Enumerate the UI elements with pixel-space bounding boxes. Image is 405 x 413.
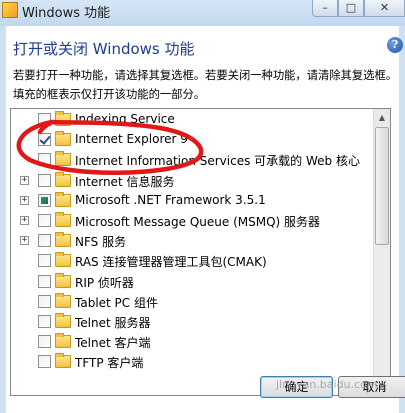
folder-icon	[55, 131, 71, 147]
expand-plus-icon[interactable]: +	[20, 216, 29, 225]
feature-label: Internet Explorer 9	[75, 132, 188, 147]
scroll-up-arrow-icon[interactable]: ▲	[374, 109, 390, 126]
expand-plus-icon[interactable]: +	[20, 175, 29, 185]
folder-icon	[55, 292, 71, 308]
folder-icon	[55, 272, 71, 288]
window-title: Windows 功能	[22, 6, 111, 21]
minimize-button[interactable]: –	[312, 0, 338, 17]
feature-row[interactable]: Telnet 服务器	[11, 312, 381, 332]
feature-row[interactable]: TFTP 客户端	[11, 352, 381, 372]
feature-checkbox[interactable]	[38, 294, 51, 308]
watermark: jingyan.baidu.com	[276, 378, 378, 391]
feature-row[interactable]: Internet Explorer 9	[11, 130, 381, 150]
feature-label: Tablet PC 组件	[75, 295, 158, 310]
feature-checkbox[interactable]	[38, 254, 51, 268]
dialog-body: 打开或关闭 Windows 功能 ? 若要打开一种功能，请选择其复选框。若要关闭…	[6, 26, 405, 413]
maximize-button[interactable]: □	[338, 0, 364, 17]
feature-row[interactable]: + Microsoft Message Queue (MSMQ) 服务器	[11, 211, 381, 231]
folder-icon	[55, 333, 71, 349]
feature-label: RAS 连接管理器管理工具包(CMAK)	[75, 255, 267, 270]
feature-row[interactable]: Indexing Service	[11, 110, 381, 130]
feature-row[interactable]: Internet Information Services 可承载的 Web 核…	[11, 150, 381, 170]
feature-row[interactable]: Telnet 客户端	[11, 332, 381, 352]
feature-label: TFTP 客户端	[75, 356, 144, 371]
feature-checkbox[interactable]	[38, 173, 51, 187]
expand-plus-icon[interactable]: +	[20, 236, 29, 246]
title-bar: Windows 功能 – □ ✕	[0, 0, 405, 26]
folder-icon	[55, 212, 71, 227]
feature-label: NFS 服务	[75, 235, 127, 250]
feature-row[interactable]: + Internet 信息服务	[11, 171, 381, 191]
feature-checkbox[interactable]	[38, 214, 51, 227]
feature-checkbox[interactable]	[38, 193, 51, 207]
folder-icon	[55, 111, 71, 126]
feature-label: Internet Information Services 可承载的 Web 核…	[75, 154, 360, 169]
folder-icon	[55, 353, 71, 369]
features-tree: Indexing Service Internet Explorer 9 Inter…	[10, 108, 391, 396]
feature-row[interactable]: + Microsoft .NET Framework 3.5.1	[11, 191, 381, 211]
folder-icon	[55, 191, 71, 207]
feature-checkbox[interactable]	[38, 315, 51, 328]
scrollbar-thumb[interactable]	[375, 127, 389, 245]
expand-plus-icon[interactable]: +	[20, 195, 29, 205]
feature-row[interactable]: RAS 连接管理器管理工具包(CMAK)	[11, 251, 381, 271]
feature-checkbox[interactable]	[38, 153, 51, 167]
close-button[interactable]: ✕	[364, 0, 405, 17]
folder-icon	[55, 151, 71, 167]
dialog-heading: 打开或关闭 Windows 功能	[13, 40, 195, 58]
feature-row[interactable]: Tablet PC 组件	[11, 292, 381, 312]
feature-checkbox[interactable]	[38, 133, 51, 147]
feature-checkbox[interactable]	[38, 355, 51, 369]
feature-label: RIP 侦听器	[75, 275, 134, 290]
dialog-description: 若要打开一种功能，请选择其复选框。若要关闭一种功能，请清除其复选框。填充的框表示…	[13, 69, 398, 101]
feature-checkbox[interactable]	[38, 274, 51, 288]
feature-label: Telnet 客户端	[75, 336, 151, 351]
feature-label: Telnet 服务器	[75, 316, 151, 330]
feature-checkbox[interactable]	[38, 113, 51, 126]
folder-icon	[55, 252, 71, 268]
help-icon[interactable]: ?	[387, 37, 403, 53]
folder-icon	[55, 171, 71, 187]
tree-scrollbar[interactable]: ▲ ▼	[373, 109, 390, 395]
feature-label: Internet 信息服务	[75, 174, 175, 189]
feature-label: Microsoft .NET Framework 3.5.1	[75, 192, 266, 207]
feature-row[interactable]: RIP 侦听器	[11, 272, 381, 292]
folder-icon	[55, 313, 71, 328]
feature-checkbox[interactable]	[38, 234, 51, 248]
feature-checkbox[interactable]	[38, 335, 51, 349]
folder-icon	[55, 232, 71, 248]
feature-label: Indexing Service	[75, 112, 175, 126]
feature-label: Microsoft Message Queue (MSMQ) 服务器	[75, 215, 321, 229]
feature-row[interactable]: + NFS 服务	[11, 231, 381, 251]
windows-features-icon	[2, 2, 18, 18]
